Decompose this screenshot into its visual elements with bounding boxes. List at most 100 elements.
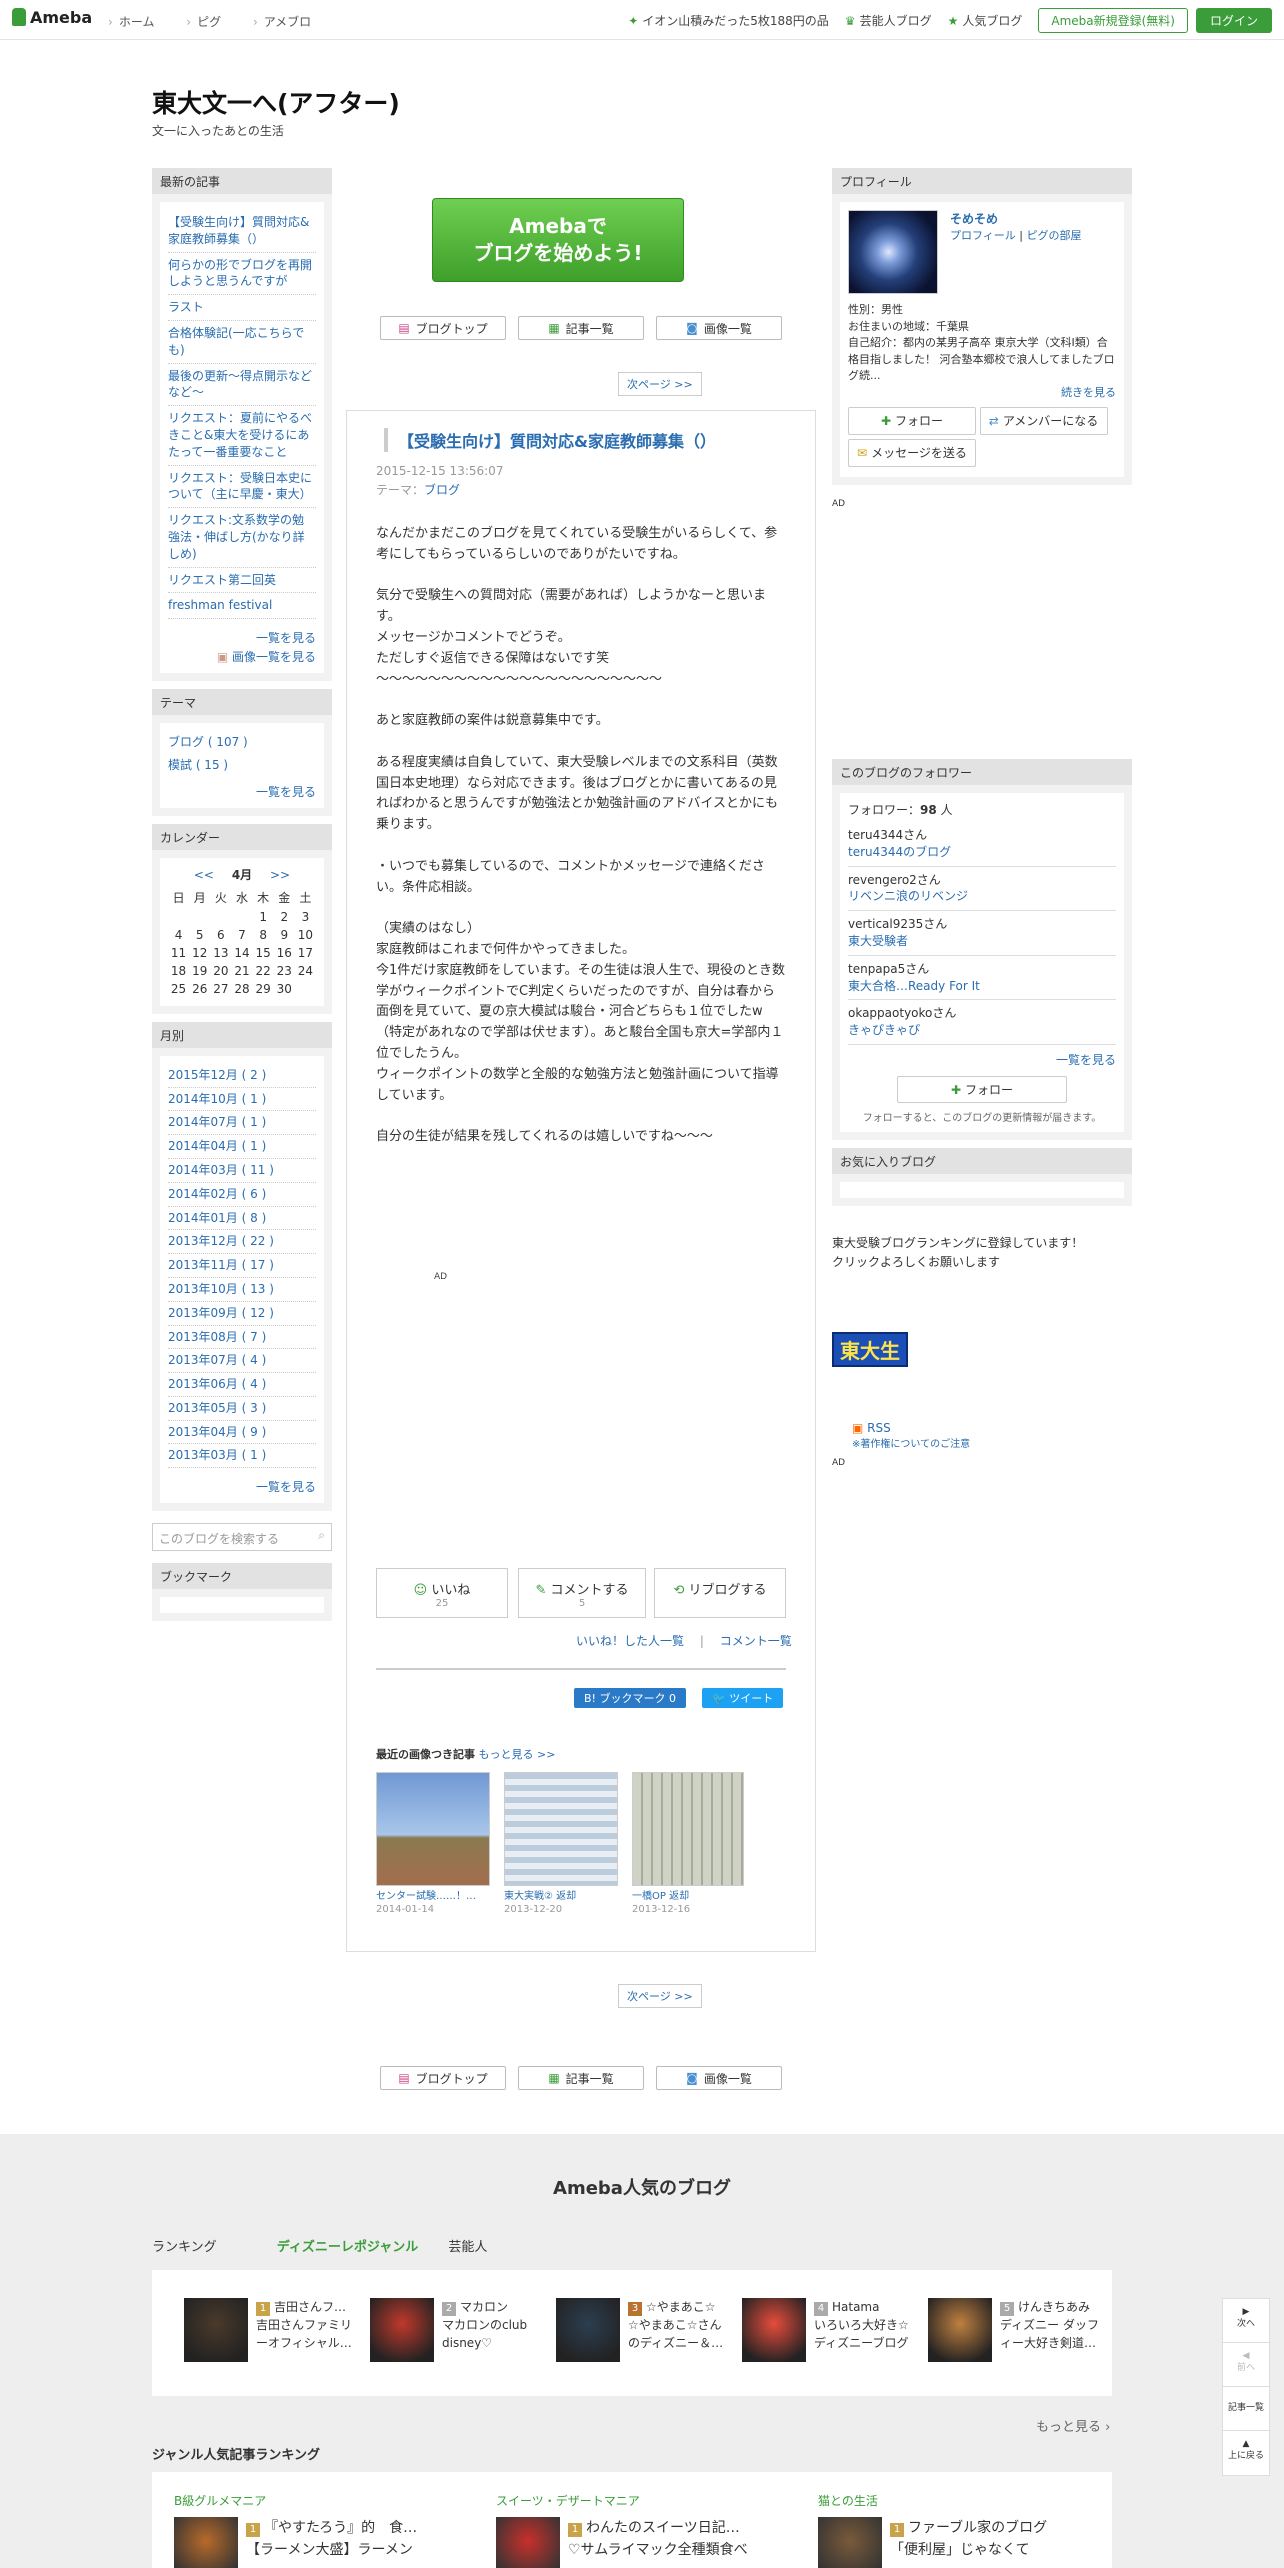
tab-ranking[interactable]: ランキング — [152, 2240, 217, 2255]
blog-top-button[interactable]: ▤ ブログトップ — [380, 316, 506, 340]
ameba-logo[interactable]: Ameba — [12, 8, 92, 27]
follower-blog-link[interactable]: リベンニ浪のリベンジ — [848, 888, 1116, 905]
month-archive-link[interactable]: 2013年08月 ( 7 ) — [168, 1326, 316, 1350]
ranking-item-image[interactable] — [184, 2298, 248, 2362]
genre-title[interactable]: 猫との生活 — [818, 2492, 1118, 2509]
genre-item[interactable]: 1 ファーブル家のブログ 「便利屋」じゃなくて — [818, 2517, 1118, 2568]
ranking-blog-name[interactable]: けんきちあみ — [1018, 2300, 1090, 2314]
month-archive-link[interactable]: 2013年06月 ( 4 ) — [168, 1373, 316, 1397]
ranking-item-image[interactable] — [556, 2298, 620, 2362]
month-archive-link[interactable]: 2013年10月 ( 13 ) — [168, 1278, 316, 1302]
popular-blog-link[interactable]: ★ 人気ブログ — [948, 12, 1023, 29]
next-page-link-bottom[interactable]: 次ページ >> — [618, 1984, 702, 2008]
month-archive-link[interactable]: 2013年11月 ( 17 ) — [168, 1254, 316, 1278]
ranking-item-image[interactable] — [928, 2298, 992, 2362]
ranking-blog-name[interactable]: ☆やまあこ☆ — [646, 2300, 716, 2314]
follower-name[interactable]: teru4344さん — [848, 827, 1116, 844]
image-list-button[interactable]: ◙ 画像一覧 — [656, 316, 782, 340]
todai-ranking-badge[interactable]: 東大生 — [832, 1332, 908, 1368]
tab-disney[interactable]: ディズニーレポジャンル — [277, 2240, 418, 2255]
entry-list-button[interactable]: ▦ 記事一覧 — [518, 316, 644, 340]
profile-more-link[interactable]: 続きを見る — [848, 385, 1116, 402]
genre-item-image[interactable] — [818, 2517, 882, 2568]
month-archive-link[interactable]: 2013年05月 ( 3 ) — [168, 1397, 316, 1421]
nav-home[interactable]: ホーム — [108, 15, 154, 29]
recent-entry-link[interactable]: 最後の更新～得点開示などなど～ — [168, 364, 316, 407]
monthly-more-link[interactable]: 一覧を見る — [168, 1478, 316, 1495]
next-page-link[interactable]: 次ページ >> — [618, 372, 702, 396]
image-list-button-bottom[interactable]: ◙ 画像一覧 — [656, 2066, 782, 2090]
follower-name[interactable]: okappaotyokoさん — [848, 1005, 1116, 1022]
start-blog-banner[interactable]: Amebaで ブログを始めよう! — [432, 198, 684, 282]
ranking-item-image[interactable] — [370, 2298, 434, 2362]
recent-entry-link[interactable]: ラスト — [168, 295, 316, 321]
login-button[interactable]: ログイン — [1195, 8, 1272, 33]
follow-button[interactable]: ✚ フォロー — [897, 1075, 1067, 1103]
comment-list-link[interactable]: コメント一覧 — [720, 1634, 792, 1648]
ranking-item[interactable]: 4 Hatama いろいろ大好き☆ディズニーブログ — [742, 2298, 912, 2368]
thumbnail-image[interactable] — [376, 1772, 490, 1886]
ranking-blog-name[interactable]: Hatama — [832, 2300, 879, 2314]
month-archive-link[interactable]: 2015年12月 ( 2 ) — [168, 1064, 316, 1088]
search-icon[interactable]: ⌕ — [318, 1528, 325, 1543]
follower-blog-link[interactable]: teru4344のブログ — [848, 844, 1116, 861]
month-archive-link[interactable]: 2014年07月 ( 1 ) — [168, 1111, 316, 1136]
month-archive-link[interactable]: 2014年01月 ( 8 ) — [168, 1207, 316, 1231]
reblog-button[interactable]: ⟲ リブログする — [654, 1568, 786, 1618]
follower-blog-link[interactable]: きゃぴきゃぴ — [848, 1022, 1116, 1039]
footer-more-link[interactable]: もっと見る › — [1036, 2416, 1110, 2435]
genre-title[interactable]: B級グルメマニア — [174, 2492, 474, 2509]
blog-search-input[interactable]: このブログを検索する ⌕ — [152, 1523, 332, 1552]
recent-entry-link[interactable]: 合格体験記(一応こちらでも) — [168, 321, 316, 364]
ranking-blog-name[interactable]: 吉田さんフ… — [274, 2300, 346, 2314]
genre-item[interactable]: 1 『やすたろう』的 食… 【ラーメン大盛】ラーメン — [174, 2517, 474, 2568]
theme-item[interactable]: 模試 ( 15 ) — [168, 754, 316, 777]
profile-link[interactable]: プロフィール — [950, 229, 1016, 242]
theme-item[interactable]: ブログ ( 107 ) — [168, 731, 316, 754]
genre-item-image[interactable] — [496, 2517, 560, 2568]
ranking-item-image[interactable] — [742, 2298, 806, 2362]
profile-avatar[interactable] — [848, 210, 938, 294]
nav-pigg[interactable]: ピグ — [186, 15, 221, 29]
profile-name[interactable]: そめそめ — [950, 210, 1081, 228]
prev-entry-button[interactable]: ◀ 前へ — [1223, 2343, 1269, 2387]
month-archive-link[interactable]: 2013年12月 ( 22 ) — [168, 1230, 316, 1255]
ranking-blog-name[interactable]: マカロン — [460, 2300, 508, 2314]
nav-ameblo[interactable]: アメブロ — [253, 15, 311, 29]
promo-link[interactable]: ✦ イオン山積みだった5枚188円の品 — [628, 12, 829, 29]
thumbnail-image[interactable] — [632, 1772, 744, 1886]
month-archive-link[interactable]: 2014年04月 ( 1 ) — [168, 1135, 316, 1159]
recent-more-link[interactable]: 一覧を見る — [168, 629, 316, 646]
month-archive-link[interactable]: 2013年07月 ( 4 ) — [168, 1349, 316, 1374]
recent-entry-link[interactable]: リクエスト第二回英 — [168, 568, 316, 594]
calendar-next[interactable]: >> — [270, 868, 290, 882]
hatena-bookmark-button[interactable]: B! ブックマーク 0 — [574, 1688, 686, 1708]
tab-celebrity[interactable]: 芸能人 — [448, 2240, 487, 2255]
image-list-link[interactable]: ▣ 画像一覧を見る — [168, 648, 316, 665]
blog-top-button-bottom[interactable]: ▤ ブログトップ — [380, 2066, 506, 2090]
thumbnail-image[interactable] — [504, 1772, 618, 1886]
genre-item-image[interactable] — [174, 2517, 238, 2568]
thumbnail-caption[interactable]: センター試験……！… 2014-01-14 — [376, 1890, 490, 1916]
back-to-top-button[interactable]: ▲ 上に戻る — [1223, 2431, 1269, 2475]
month-archive-link[interactable]: 2014年03月 ( 11 ) — [168, 1159, 316, 1183]
entry-list-button-bottom[interactable]: ▦ 記事一覧 — [518, 2066, 644, 2090]
register-button[interactable]: Ameba新規登録(無料) — [1038, 8, 1188, 33]
recent-entry-link[interactable]: リクエスト:文系数学の勉強法・伸ばし方(かなり詳しめ) — [168, 508, 316, 568]
next-entry-button[interactable]: ▶ 次へ — [1223, 2299, 1269, 2343]
genre-item[interactable]: 1 わんたのスイーツ日記… ♡サムライマック全種類食べ — [496, 2517, 796, 2568]
recent-entry-link[interactable]: リクエスト：受験日本史について（主に早慶・東大） — [168, 466, 316, 509]
pigg-room-link[interactable]: ピグの部屋 — [1026, 229, 1081, 242]
recent-entry-link[interactable]: 何らかの形でブログを再開しようと思うんですが — [168, 253, 316, 296]
theme-more-link[interactable]: 一覧を見る — [168, 783, 316, 800]
liked-users-link[interactable]: いいね！した人一覧 — [576, 1634, 684, 1648]
entry-list-float-button[interactable]: 記事一覧 — [1223, 2387, 1269, 2431]
month-archive-link[interactable]: 2013年09月 ( 12 ) — [168, 1302, 316, 1326]
follower-name[interactable]: vertical9235さん — [848, 916, 1116, 933]
celebrity-blog-link[interactable]: ♛ 芸能人ブログ — [845, 12, 932, 29]
follower-blog-link[interactable]: 東大受験者 — [848, 933, 1116, 950]
recent-images-more[interactable]: もっと見る >> — [479, 1748, 556, 1761]
genre-title[interactable]: スイーツ・デザートマニア — [496, 2492, 796, 2509]
recent-entry-link[interactable]: リクエスト：夏前にやるべきこと&東大を受けるにあたって一番重要なこと — [168, 406, 316, 466]
followers-more-link[interactable]: 一覧を見る — [848, 1051, 1116, 1068]
